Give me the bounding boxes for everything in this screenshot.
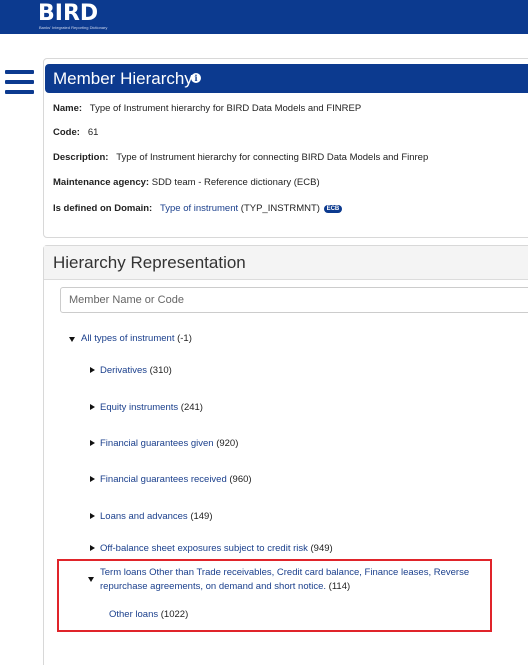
name-label: Name: bbox=[53, 103, 83, 114]
menu-bar bbox=[5, 80, 34, 84]
description-label: Description: bbox=[53, 152, 109, 163]
tree-node-count: (114) bbox=[328, 581, 351, 592]
tree-node-label[interactable]: All types of instrument bbox=[81, 333, 174, 344]
maintenance-agency-field: Maintenance agency: SDD team - Reference… bbox=[53, 177, 320, 189]
tree-node-count: (920) bbox=[216, 438, 239, 449]
agency-label: Maintenance agency: bbox=[53, 177, 150, 188]
collapse-arrow-icon[interactable] bbox=[69, 337, 75, 342]
description-field: Description: Type of Instrument hierarch… bbox=[53, 152, 428, 164]
logo-subtitle: Banks' Integrated Reporting Dictionary bbox=[39, 25, 108, 30]
code-label: Code: bbox=[53, 127, 80, 138]
bird-logo[interactable]: BIRD bbox=[38, 2, 98, 26]
name-value: Type of Instrument hierarchy for BIRD Da… bbox=[89, 103, 362, 114]
tree-node-label[interactable]: Off-balance sheet exposures subject to c… bbox=[100, 543, 308, 554]
expand-arrow-icon[interactable] bbox=[90, 367, 95, 373]
expand-arrow-icon[interactable] bbox=[90, 440, 95, 446]
description-value: Type of Instrument hierarchy for connect… bbox=[116, 152, 429, 163]
member-hierarchy-header: Member Hierarchy i bbox=[45, 64, 528, 93]
expand-arrow-icon[interactable] bbox=[90, 513, 95, 519]
tree-node-label[interactable]: Derivatives bbox=[100, 365, 147, 376]
top-header-bar: BIRD Banks' Integrated Reporting Diction… bbox=[0, 0, 528, 34]
expand-arrow-icon[interactable] bbox=[90, 545, 95, 551]
code-field: Code: 61 bbox=[53, 127, 98, 139]
agency-value: SDD team - Reference dictionary (ECB) bbox=[151, 177, 320, 188]
tree-node-label[interactable]: Financial guarantees given bbox=[100, 438, 214, 449]
ecb-badge: ECB bbox=[323, 205, 343, 213]
tree-node[interactable]: Loans and advances (149) bbox=[100, 511, 213, 523]
tree-node-leaf[interactable]: Other loans (1022) bbox=[109, 609, 188, 621]
name-field: Name: Type of Instrument hierarchy for B… bbox=[53, 103, 361, 115]
tree-node-count: (-1) bbox=[177, 333, 192, 344]
tree-node-count: (149) bbox=[190, 511, 213, 522]
tree-node-root[interactable]: All types of instrument (-1) bbox=[81, 333, 192, 345]
code-value: 61 bbox=[87, 127, 99, 138]
tree-node-label-line2-row: repurchase agreements, on demand and sho… bbox=[100, 581, 469, 593]
domain-code: (TYP_INSTRMNT) bbox=[240, 203, 320, 214]
tree-node[interactable]: Off-balance sheet exposures subject to c… bbox=[100, 543, 333, 555]
info-icon[interactable]: i bbox=[191, 73, 201, 83]
tree-node-count: (241) bbox=[180, 402, 203, 413]
tree-node-count: (949) bbox=[310, 543, 333, 554]
tree-node[interactable]: Financial guarantees given (920) bbox=[100, 438, 238, 450]
tree-node-count: (310) bbox=[149, 365, 172, 376]
expand-arrow-icon[interactable] bbox=[90, 476, 95, 482]
tree-node-expanded[interactable]: Term loans Other than Trade receivables,… bbox=[100, 567, 469, 593]
tree-node[interactable]: Financial guarantees received (960) bbox=[100, 474, 252, 486]
expand-arrow-icon[interactable] bbox=[90, 404, 95, 410]
domain-field: Is defined on Domain: Type of instrument… bbox=[53, 203, 343, 215]
tree-node-label-line1[interactable]: Term loans Other than Trade receivables,… bbox=[100, 567, 469, 579]
hierarchy-representation-header: Hierarchy Representation bbox=[44, 246, 528, 280]
member-search-input[interactable] bbox=[60, 287, 528, 313]
tree-node-label[interactable]: Loans and advances bbox=[100, 511, 188, 522]
hamburger-menu-icon[interactable] bbox=[5, 70, 34, 96]
menu-bar bbox=[5, 70, 34, 74]
domain-link[interactable]: Type of instrument bbox=[160, 203, 238, 214]
domain-label: Is defined on Domain: bbox=[53, 203, 153, 214]
tree-node-count: (1022) bbox=[160, 609, 189, 620]
tree-node-count: (960) bbox=[229, 474, 252, 485]
tree-node-label-line2[interactable]: repurchase agreements, on demand and sho… bbox=[100, 581, 326, 592]
page-title: Member Hierarchy bbox=[53, 69, 193, 88]
section-title: Hierarchy Representation bbox=[53, 253, 246, 272]
tree-node[interactable]: Equity instruments (241) bbox=[100, 402, 203, 414]
menu-bar bbox=[5, 90, 34, 94]
tree-node-label[interactable]: Equity instruments bbox=[100, 402, 178, 413]
tree-node[interactable]: Derivatives (310) bbox=[100, 365, 172, 377]
tree-node-label[interactable]: Financial guarantees received bbox=[100, 474, 227, 485]
collapse-arrow-icon[interactable] bbox=[88, 577, 94, 582]
tree-node-label[interactable]: Other loans bbox=[109, 609, 158, 620]
